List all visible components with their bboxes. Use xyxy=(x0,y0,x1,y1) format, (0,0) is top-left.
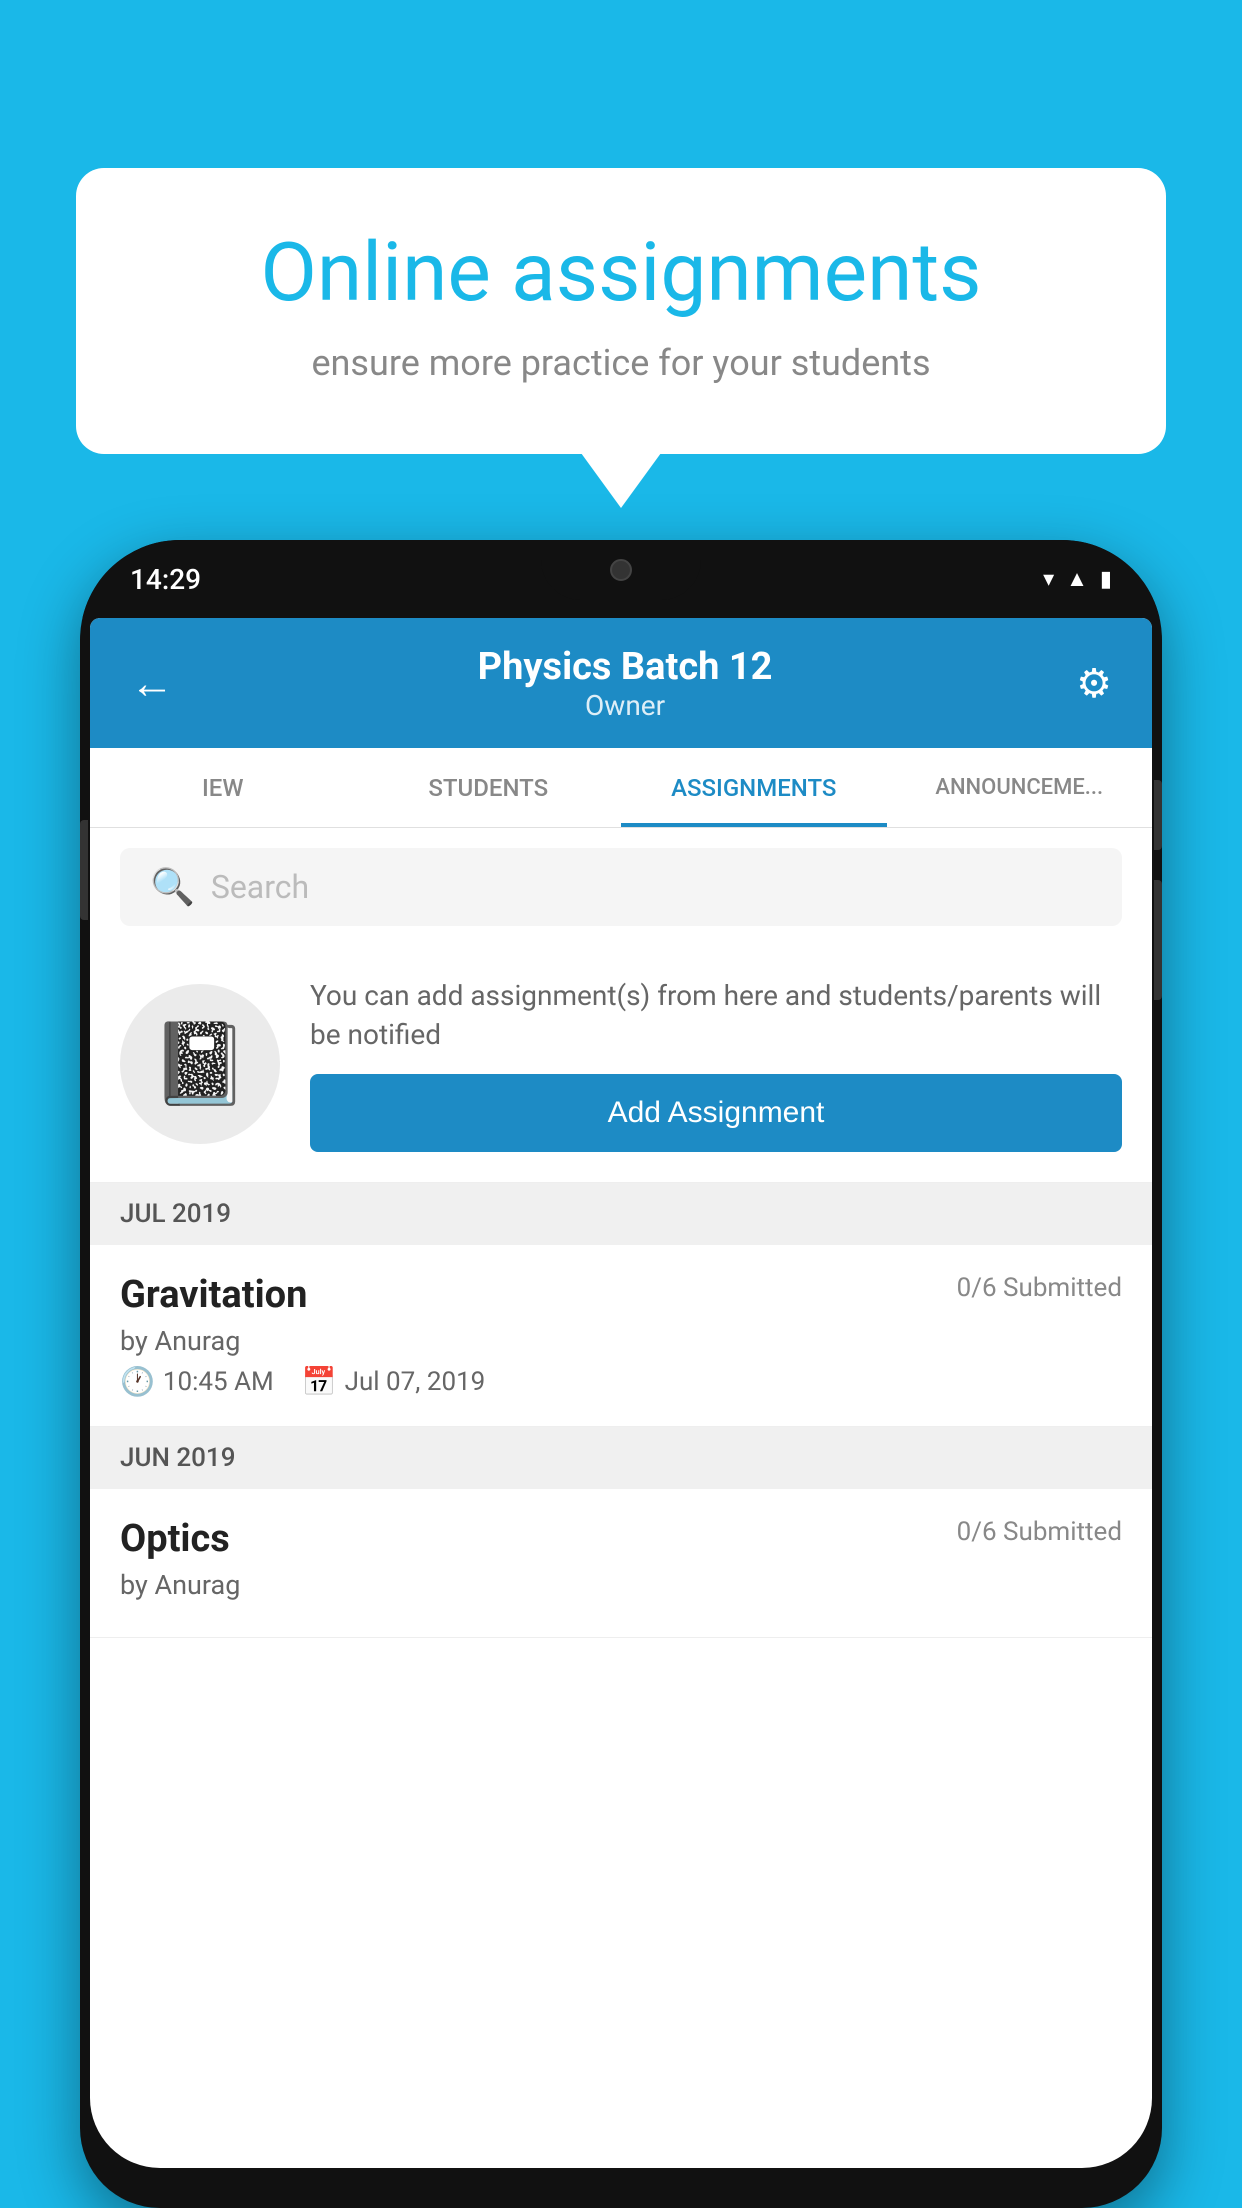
tabs-row: IEW STUDENTS ASSIGNMENTS ANNOUNCEME... xyxy=(90,748,1152,828)
phone-time: 14:29 xyxy=(130,563,201,596)
promo-right: You can add assignment(s) from here and … xyxy=(310,976,1122,1152)
speech-bubble-subtitle: ensure more practice for your students xyxy=(146,342,1096,384)
phone-status-bar: 14:29 ▾ ▲ ▮ xyxy=(80,540,1162,618)
phone-volume-button xyxy=(80,820,88,920)
month-header-jun: JUN 2019 xyxy=(90,1427,1152,1489)
settings-icon[interactable]: ⚙ xyxy=(1076,660,1112,707)
batch-subtitle: Owner xyxy=(478,689,773,722)
assignment-by-optics: by Anurag xyxy=(120,1569,1122,1601)
assignment-name-gravitation: Gravitation xyxy=(120,1273,307,1317)
assignment-by-gravitation: by Anurag xyxy=(120,1325,1122,1357)
assignment-date-gravitation: 📅 Jul 07, 2019 xyxy=(302,1365,486,1398)
battery-icon: ▮ xyxy=(1100,567,1112,592)
tab-announcements[interactable]: ANNOUNCEME... xyxy=(887,748,1153,827)
promo-text: You can add assignment(s) from here and … xyxy=(310,976,1122,1054)
phone-camera xyxy=(610,559,632,581)
assignment-top-row: Gravitation 0/6 Submitted xyxy=(120,1273,1122,1317)
assignment-item-optics[interactable]: Optics 0/6 Submitted by Anurag xyxy=(90,1489,1152,1638)
search-container: 🔍 Search xyxy=(90,828,1152,946)
app-header: ← Physics Batch 12 Owner ⚙ xyxy=(90,618,1152,748)
phone-power-button xyxy=(1154,780,1162,850)
calendar-icon: 📅 xyxy=(302,1365,337,1398)
assignment-time-gravitation: 🕐 10:45 AM xyxy=(120,1365,274,1398)
promo-icon-circle: 📓 xyxy=(120,984,280,1144)
tab-assignments[interactable]: ASSIGNMENTS xyxy=(621,748,887,827)
assignment-item-gravitation[interactable]: Gravitation 0/6 Submitted by Anurag 🕐 10… xyxy=(90,1245,1152,1427)
tab-students[interactable]: STUDENTS xyxy=(356,748,622,827)
assignment-optics-top-row: Optics 0/6 Submitted xyxy=(120,1517,1122,1561)
phone-notch xyxy=(541,540,701,600)
phone-frame: 14:29 ▾ ▲ ▮ ← Physics Batch 12 Owner ⚙ I… xyxy=(80,540,1162,2208)
assignment-submitted-gravitation: 0/6 Submitted xyxy=(957,1273,1122,1303)
speech-bubble-card: Online assignments ensure more practice … xyxy=(76,168,1166,454)
back-button[interactable]: ← xyxy=(130,657,174,709)
tab-iew[interactable]: IEW xyxy=(90,748,356,827)
phone-volume-down-button xyxy=(1154,880,1162,1000)
signal-icon: ▲ xyxy=(1066,566,1088,592)
assignment-name-optics: Optics xyxy=(120,1517,230,1561)
status-icons: ▾ ▲ ▮ xyxy=(1043,566,1112,592)
search-bar[interactable]: 🔍 Search xyxy=(120,848,1122,926)
speech-bubble-title: Online assignments xyxy=(146,228,1096,318)
wifi-icon: ▾ xyxy=(1043,567,1054,592)
search-placeholder: Search xyxy=(211,868,309,906)
header-title-area: Physics Batch 12 Owner xyxy=(478,645,773,722)
search-icon: 🔍 xyxy=(150,866,195,908)
phone-screen: ← Physics Batch 12 Owner ⚙ IEW STUDENTS … xyxy=(90,618,1152,2168)
batch-title: Physics Batch 12 xyxy=(478,645,773,689)
assignment-meta-gravitation: 🕐 10:45 AM 📅 Jul 07, 2019 xyxy=(120,1365,1122,1398)
add-assignment-button[interactable]: Add Assignment xyxy=(310,1074,1122,1152)
clock-icon: 🕐 xyxy=(120,1365,155,1398)
add-assignment-promo: 📓 You can add assignment(s) from here an… xyxy=(90,946,1152,1183)
notebook-icon: 📓 xyxy=(150,1017,250,1111)
assignment-submitted-optics: 0/6 Submitted xyxy=(957,1517,1122,1547)
month-header-jul: JUL 2019 xyxy=(90,1183,1152,1245)
